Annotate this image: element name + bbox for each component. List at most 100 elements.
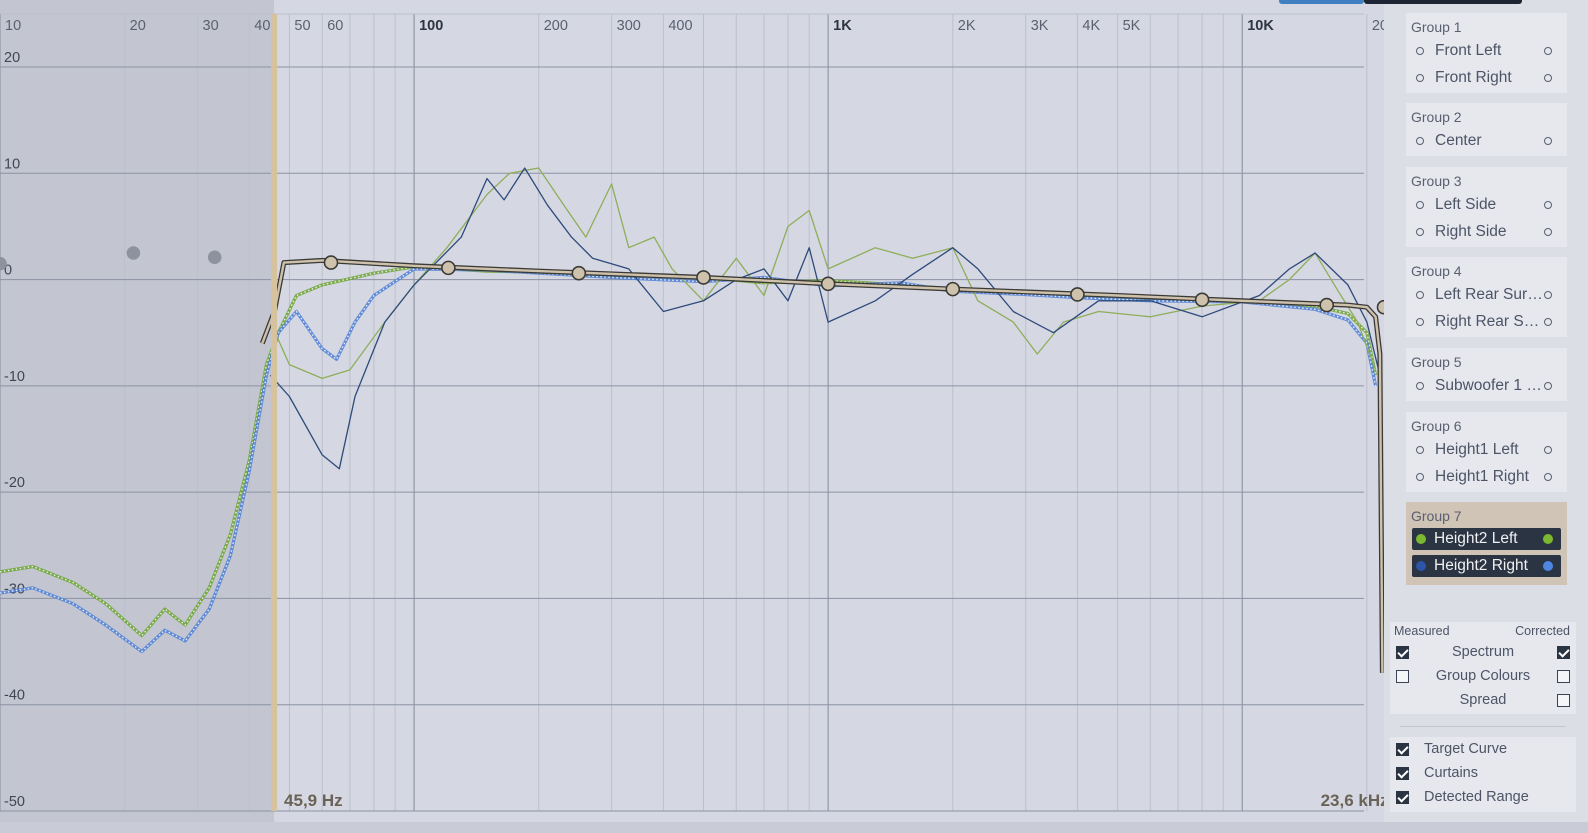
measured-indicator-icon[interactable] [1416, 473, 1424, 481]
corrected-indicator-icon[interactable] [1543, 534, 1553, 544]
display-option-checkbox[interactable] [1396, 767, 1409, 780]
channel-item[interactable]: Height2 Left [1412, 528, 1561, 550]
channel-item[interactable]: Left Rear Surround [1406, 283, 1567, 310]
option-label: Spectrum [1451, 644, 1515, 660]
channel-item[interactable]: Height1 Left [1406, 438, 1567, 465]
y-tick-label: 20 [4, 50, 20, 66]
frequency-response-chart[interactable]: 10 20 30 40 50 60 100 200 300 400 1K 2K 3K 4K 5K 10K 20K… [0, 0, 1384, 823]
target-point [945, 281, 961, 297]
group-title: Group 2 [1411, 109, 1462, 125]
x-tick-label: 20K [1372, 18, 1384, 34]
measured-indicator-icon[interactable] [1416, 446, 1424, 454]
channel-group-7[interactable]: Group 7 Height2 Left Height2 Right [1406, 502, 1567, 585]
low-curtain-handle [271, 14, 278, 811]
channel-item[interactable]: Right Rear Surround [1406, 310, 1567, 337]
channel-name: Left Rear Surround [1435, 286, 1545, 303]
target-curve [261, 259, 1384, 673]
channel-group-6[interactable]: Group 6 Height1 Left Height1 Right [1406, 412, 1567, 492]
channel-item[interactable]: Height1 Right [1406, 465, 1567, 492]
corrected-checkbox[interactable] [1557, 646, 1570, 659]
y-tick-label: -20 [4, 475, 25, 491]
corrected-indicator-icon[interactable] [1544, 446, 1552, 454]
corrected-indicator-icon[interactable] [1544, 318, 1552, 326]
x-tick-label: 3K [1031, 18, 1049, 34]
channel-item[interactable]: Left Side [1406, 193, 1567, 220]
channel-group-1[interactable]: Group 1 Front Left Front Right [1406, 13, 1567, 93]
corrected-indicator-icon[interactable] [1544, 201, 1552, 209]
channel-name: Subwoofer 1 / Mix [1435, 377, 1545, 394]
measured-indicator-icon[interactable] [1416, 74, 1424, 82]
channel-name: Front Left [1435, 42, 1502, 59]
channel-name: Height1 Right [1435, 468, 1529, 485]
y-tick-label: -10 [4, 369, 25, 385]
display-option-checkbox[interactable] [1396, 743, 1409, 756]
corrected-checkbox[interactable] [1557, 670, 1570, 683]
measured-indicator-icon[interactable] [1416, 318, 1424, 326]
target-point [820, 276, 836, 292]
channel-group-4[interactable]: Group 4 Left Rear Surround Right Rear Surr… [1406, 257, 1567, 337]
x-tick-label: 30 [203, 18, 219, 34]
option-row: Spectrum [1390, 642, 1576, 666]
channel-panel: Group 1 Front Left Front Right Group 2 Cente… [1384, 0, 1588, 823]
target-point [1070, 287, 1085, 302]
display-option-label: Curtains [1424, 765, 1478, 781]
corrected-indicator-icon[interactable] [1544, 382, 1552, 390]
channel-item[interactable]: Subwoofer 1 / Mix [1406, 374, 1567, 401]
target-point [0, 256, 7, 271]
measured-indicator-icon[interactable] [1416, 291, 1424, 299]
measured-indicator-icon[interactable] [1416, 534, 1426, 544]
high-curtain-label: 23,6 kHz [1321, 791, 1384, 810]
x-tick-label: 20 [130, 18, 146, 34]
measured-indicator-icon[interactable] [1416, 561, 1426, 571]
option-label: Group Colours [1435, 668, 1531, 684]
display-option-row[interactable]: Curtains [1390, 761, 1576, 785]
channel-group-5[interactable]: Group 5 Subwoofer 1 / Mix [1406, 348, 1567, 401]
series-line-2 [269, 167, 1377, 380]
measured-indicator-icon[interactable] [1416, 201, 1424, 209]
channel-item[interactable]: Right Side [1406, 220, 1567, 247]
x-tick-label: 200 [544, 18, 568, 34]
y-tick-label: -40 [4, 688, 25, 704]
channel-item[interactable]: Front Right [1406, 66, 1567, 93]
option-row: Group Colours [1390, 666, 1576, 690]
measured-indicator-icon[interactable] [1416, 47, 1424, 55]
display-option-row[interactable]: Detected Range [1390, 785, 1576, 809]
x-tick-label: 400 [668, 18, 692, 34]
corrected-indicator-icon[interactable] [1544, 228, 1552, 236]
measured-indicator-icon[interactable] [1416, 382, 1424, 390]
channel-group-2[interactable]: Group 2 Center [1406, 103, 1567, 156]
measured-indicator-icon[interactable] [1416, 228, 1424, 236]
options-header: Measured Corrected [1390, 622, 1576, 642]
corrected-indicator-icon[interactable] [1544, 74, 1552, 82]
display-option-row[interactable]: Target Curve [1390, 737, 1576, 761]
target-point [1319, 297, 1335, 313]
corrected-indicator-icon[interactable] [1544, 47, 1552, 55]
measured-indicator-icon[interactable] [1416, 137, 1424, 145]
channel-group-3[interactable]: Group 3 Left Side Right Side [1406, 167, 1567, 247]
display-option-label: Target Curve [1424, 741, 1508, 757]
corrected-indicator-icon[interactable] [1544, 473, 1552, 481]
frequency-response-plot[interactable]: 10 20 30 40 50 60 100 200 300 400 1K 2K 3K 4K 5K 10K 20K… [0, 0, 1384, 823]
corrected-indicator-icon[interactable] [1544, 137, 1552, 145]
target-point [323, 255, 339, 270]
x-tick-label: 10 [5, 18, 21, 34]
display-option-checkbox[interactable] [1396, 791, 1409, 804]
top-tab-blue[interactable] [1279, 0, 1364, 4]
low-curtain-label: 45,9 Hz [284, 791, 343, 810]
channel-name: Height2 Left [1434, 530, 1518, 547]
target-point [126, 246, 141, 260]
target-point [571, 265, 587, 281]
corrected-indicator-icon[interactable] [1543, 561, 1553, 571]
channel-item[interactable]: Height2 Right [1412, 555, 1561, 577]
group-title: Group 6 [1411, 418, 1462, 434]
corrected-indicator-icon[interactable] [1544, 291, 1552, 299]
channel-item[interactable]: Center [1406, 129, 1567, 156]
display-option-label: Detected Range [1424, 789, 1529, 805]
group-title: Group 5 [1411, 354, 1462, 370]
target-point [696, 270, 711, 285]
low-curtain-shade [0, 0, 275, 823]
corrected-checkbox[interactable] [1557, 694, 1570, 707]
channel-item[interactable]: Front Left [1406, 39, 1567, 66]
group-title: Group 1 [1411, 19, 1462, 35]
x-tick-label: 1K [833, 18, 852, 34]
